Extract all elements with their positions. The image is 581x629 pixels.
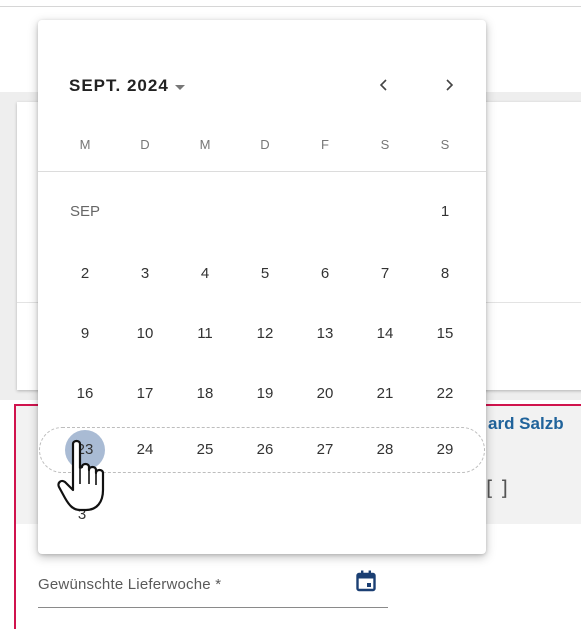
period-label: SEPT. 2024 [69,76,169,95]
weekday-label: M [199,137,211,152]
weekday-label: F [321,137,329,152]
calendar-day[interactable]: 26 [245,430,285,470]
previous-month-button[interactable] [369,70,399,100]
caret-down-icon [174,84,185,90]
calendar-day[interactable]: 22 [425,374,465,414]
calendar-day[interactable]: 15 [425,314,465,354]
calendar-day[interactable]: 9 [65,314,105,354]
calendar-day[interactable]: 19 [245,374,285,414]
calendar-day[interactable]: 6 [305,254,345,294]
delivery-week-field[interactable]: Gewünschte Lieferwoche * [38,562,388,608]
header-divider [0,6,581,7]
calendar-day-selected[interactable]: 23 [65,430,105,470]
product-subtitle: [ ] [486,476,508,500]
weekday-label: M [79,137,91,152]
calendar-day[interactable]: 1 [425,192,465,232]
calendar-day[interactable]: 7 [365,254,405,294]
weekday-label: S [440,137,450,152]
product-title[interactable]: ard Salzb [488,414,564,434]
calendar-day[interactable]: 20 [305,374,345,414]
calendar-day[interactable]: 29 [425,430,465,470]
calendar-icon[interactable] [356,570,376,592]
weekday-label: D [140,137,150,152]
calendar-day[interactable]: 13 [305,314,345,354]
period-selector-button[interactable]: SEPT. 2024 [69,74,185,98]
calendar-day[interactable]: 25 [185,430,225,470]
calendar-day[interactable]: 18 [185,374,225,414]
calendar-day[interactable]: 3 [69,502,95,528]
calendar-day[interactable]: 8 [425,254,465,294]
calendar-day[interactable]: 4 [185,254,225,294]
calendar-day[interactable]: 16 [65,374,105,414]
calendar-day[interactable]: 5 [245,254,285,294]
calendar-day[interactable]: 17 [125,374,165,414]
weekday-label: D [260,137,270,152]
calendar-day[interactable]: 14 [365,314,405,354]
delivery-week-label: Gewünschte Lieferwoche * [38,576,222,593]
calendar-day[interactable]: 11 [185,314,225,354]
weekday-label: S [380,137,390,152]
calendar-day[interactable]: 2 [65,254,105,294]
calendar-day[interactable]: 12 [245,314,285,354]
calendar-day[interactable]: 27 [305,430,345,470]
calendar-day[interactable]: 24 [125,430,165,470]
calendar-day[interactable]: 21 [365,374,405,414]
calendar-day[interactable]: 3 [125,254,165,294]
calendar-day[interactable]: 10 [125,314,165,354]
next-month-button[interactable] [434,70,464,100]
datepicker-popup: SEPT. 2024 M D M D F S S SEP 1 2 3 4 5 6 7 8 9 10… [38,20,486,554]
calendar-header-divider [38,171,486,172]
calendar-day[interactable]: 28 [365,430,405,470]
chevron-left-icon [379,79,387,91]
month-label: SEP [70,203,101,220]
chevron-right-icon [446,79,454,91]
